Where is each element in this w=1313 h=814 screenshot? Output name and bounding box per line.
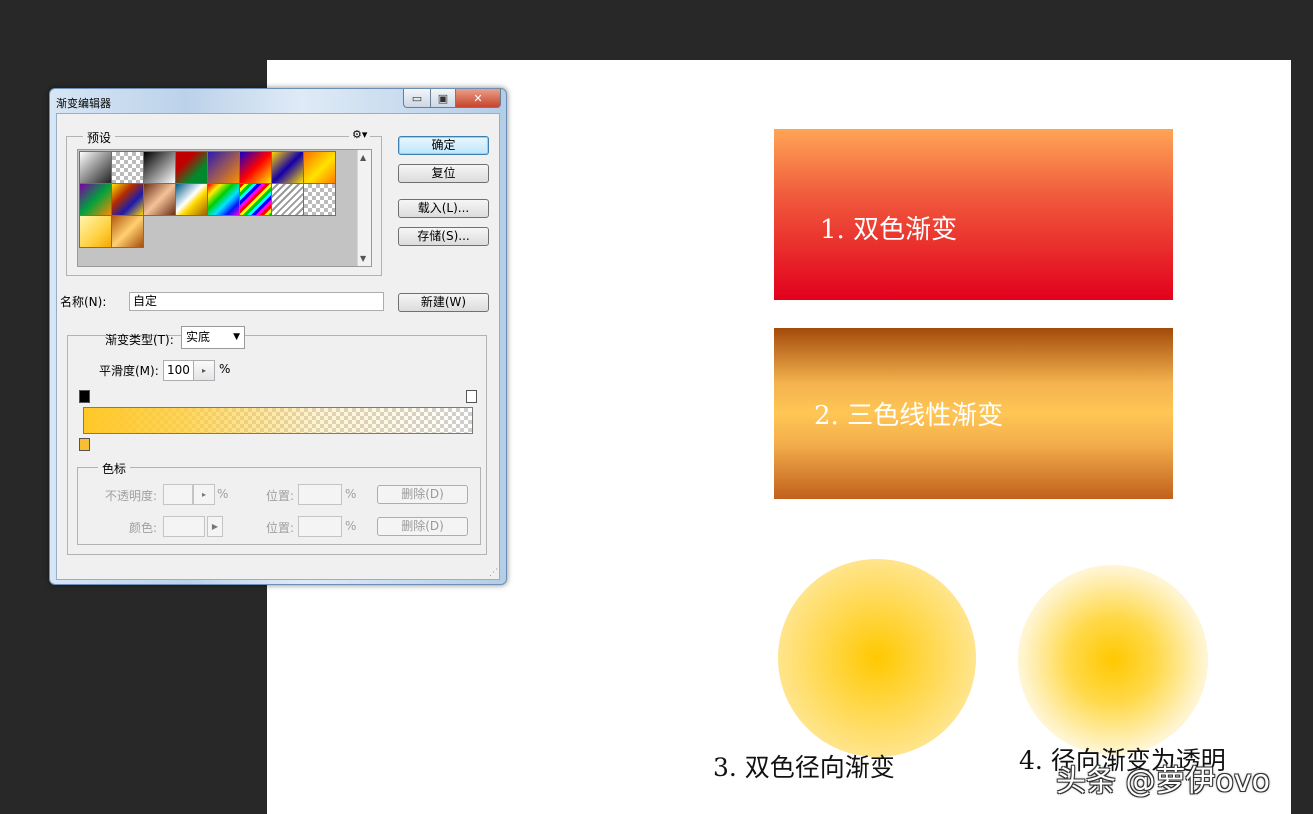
resize-grip-icon[interactable]: ⋰ (489, 568, 498, 578)
delete-color-stop-button[interactable]: 删除(D) (377, 517, 468, 536)
chevron-down-icon: ▼ (233, 332, 240, 342)
new-button[interactable]: 新建(W) (398, 293, 489, 312)
load-button[interactable]: 载入(L)... (398, 199, 489, 218)
radial-gradient-circle (778, 559, 976, 757)
preset-swatch[interactable] (207, 183, 240, 216)
opacity-stepper[interactable]: ▸ (193, 484, 215, 505)
dialog-titlebar[interactable]: 渐变编辑器 ▭ ▣ ✕ (50, 89, 506, 113)
preset-swatch-list: ▲ ▼ (77, 149, 372, 267)
watermark: 头条 @萝伊ovo (1056, 764, 1270, 799)
gradient-preview-bar[interactable] (83, 407, 473, 434)
preset-swatch[interactable] (239, 151, 272, 184)
smoothness-label: 平滑度(M): (99, 364, 159, 378)
preset-swatch[interactable] (207, 151, 240, 184)
preset-swatch[interactable] (175, 183, 208, 216)
preset-swatch[interactable] (239, 183, 272, 216)
preset-swatch[interactable] (143, 183, 176, 216)
minimize-icon[interactable]: ▭ (403, 89, 431, 108)
two-color-gradient-panel: 1. 双色渐变 (774, 129, 1173, 300)
preset-swatch[interactable] (271, 183, 304, 216)
gradient-type-value: 实底 (186, 330, 211, 344)
scroll-up-icon[interactable]: ▲ (360, 153, 366, 162)
opacity-input[interactable] (163, 484, 193, 505)
preset-swatch[interactable] (111, 215, 144, 248)
opacity-position-unit: % (345, 487, 357, 501)
color-position-unit: % (345, 519, 357, 533)
opacity-position-label: 位置: (266, 489, 295, 503)
gradient-editor-dialog: 渐变编辑器 ▭ ▣ ✕ 预设 ⚙▾ ▲ ▼ 确定 复位 载入(L)... 存储(… (49, 88, 507, 585)
panel-2-label: 2. 三色线性渐变 (814, 401, 1004, 431)
color-swatch-input[interactable] (163, 516, 205, 537)
dialog-body: 预设 ⚙▾ ▲ ▼ 确定 复位 载入(L)... 存储(S)... 名称(N):… (56, 113, 500, 580)
preset-swatch[interactable] (111, 183, 144, 216)
smoothness-input[interactable]: 100 (163, 360, 197, 381)
presets-label: 预设 (83, 129, 116, 146)
preset-swatch[interactable] (175, 151, 208, 184)
color-position-input[interactable] (298, 516, 342, 537)
preset-scrollbar[interactable]: ▲ ▼ (357, 150, 371, 266)
scroll-down-icon[interactable]: ▼ (360, 254, 366, 263)
preset-swatch[interactable] (303, 151, 336, 184)
preset-swatch[interactable] (271, 151, 304, 184)
opacity-unit: % (217, 487, 229, 501)
opacity-stop-left[interactable] (79, 390, 90, 403)
close-icon[interactable]: ✕ (456, 89, 501, 108)
maximize-icon[interactable]: ▣ (431, 89, 456, 108)
gradient-type-select[interactable]: 实底 ▼ (181, 326, 245, 349)
color-menu-arrow[interactable]: ▶ (207, 516, 223, 537)
delete-opacity-stop-button[interactable]: 删除(D) (377, 485, 468, 504)
opacity-position-input[interactable] (298, 484, 342, 505)
color-stop-left[interactable] (79, 438, 90, 451)
name-input[interactable]: 自定 (129, 292, 384, 311)
preset-swatch[interactable] (111, 151, 144, 184)
reset-button[interactable]: 复位 (398, 164, 489, 183)
preset-swatch[interactable] (303, 183, 336, 216)
presets-group: 预设 ⚙▾ ▲ ▼ (66, 128, 382, 276)
preset-swatch[interactable] (79, 151, 112, 184)
window-controls: ▭ ▣ ✕ (403, 89, 501, 108)
panel-1-label: 1. 双色渐变 (820, 215, 958, 245)
gear-icon[interactable]: ⚙▾ (349, 128, 371, 141)
three-color-gradient-panel: 2. 三色线性渐变 (774, 328, 1173, 499)
color-stops-label: 色标 (98, 460, 131, 477)
smoothness-unit: % (219, 362, 231, 376)
opacity-label: 不透明度: (105, 489, 158, 503)
preset-swatch[interactable] (79, 183, 112, 216)
save-button[interactable]: 存储(S)... (398, 227, 489, 246)
caption-radial-gradient: 3. 双色径向渐变 (713, 753, 895, 782)
gradient-type-label: 渐变类型(T): (105, 333, 174, 347)
name-label: 名称(N): (60, 295, 107, 309)
preset-swatch[interactable] (79, 215, 112, 248)
preset-swatch[interactable] (143, 151, 176, 184)
ok-button[interactable]: 确定 (398, 136, 489, 155)
dialog-title: 渐变编辑器 (56, 97, 111, 110)
opacity-stop-right[interactable] (466, 390, 477, 403)
color-label: 颜色: (129, 521, 158, 535)
color-position-label: 位置: (266, 521, 295, 535)
smoothness-stepper[interactable]: ▸ (193, 360, 215, 381)
transparent-radial-gradient-circle (1018, 565, 1208, 755)
